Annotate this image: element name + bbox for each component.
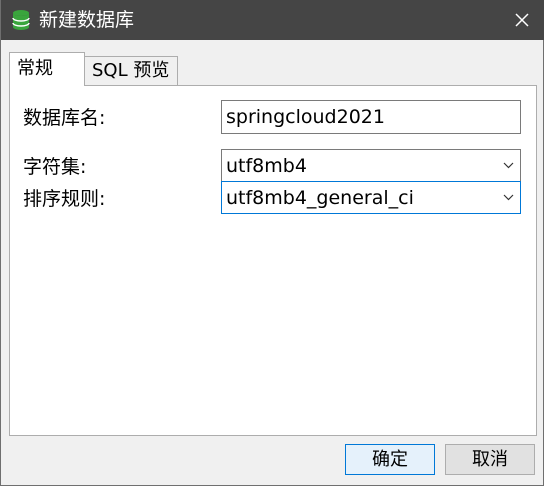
tab-sql-preview[interactable]: SQL 预览: [84, 56, 178, 86]
chevron-down-icon: [503, 162, 514, 169]
tab-panel-general: [9, 85, 537, 436]
db-name-label: 数据库名:: [23, 107, 106, 129]
charset-select[interactable]: utf8mb4: [221, 149, 521, 182]
charset-label: 字符集:: [23, 156, 87, 178]
collation-label: 排序规则:: [23, 188, 106, 210]
charset-value: utf8mb4: [226, 155, 307, 177]
cancel-button[interactable]: 取消: [445, 444, 535, 475]
title-bar[interactable]: 新建数据库: [1, 0, 544, 40]
ok-button[interactable]: 确定: [345, 444, 435, 475]
close-button[interactable]: [499, 0, 544, 40]
dialog-window: 新建数据库 常规 SQL 预览 数据库名: 字符集: utf8mb4 排序规则:…: [0, 0, 544, 486]
chevron-down-icon: [503, 194, 514, 201]
collation-value: utf8mb4_general_ci: [226, 187, 414, 209]
close-icon: [515, 13, 529, 27]
tab-general[interactable]: 常规: [9, 52, 85, 86]
collation-select[interactable]: utf8mb4_general_ci: [221, 181, 521, 214]
database-icon: [11, 9, 31, 31]
db-name-input[interactable]: [221, 100, 521, 134]
window-title: 新建数据库: [39, 9, 135, 31]
